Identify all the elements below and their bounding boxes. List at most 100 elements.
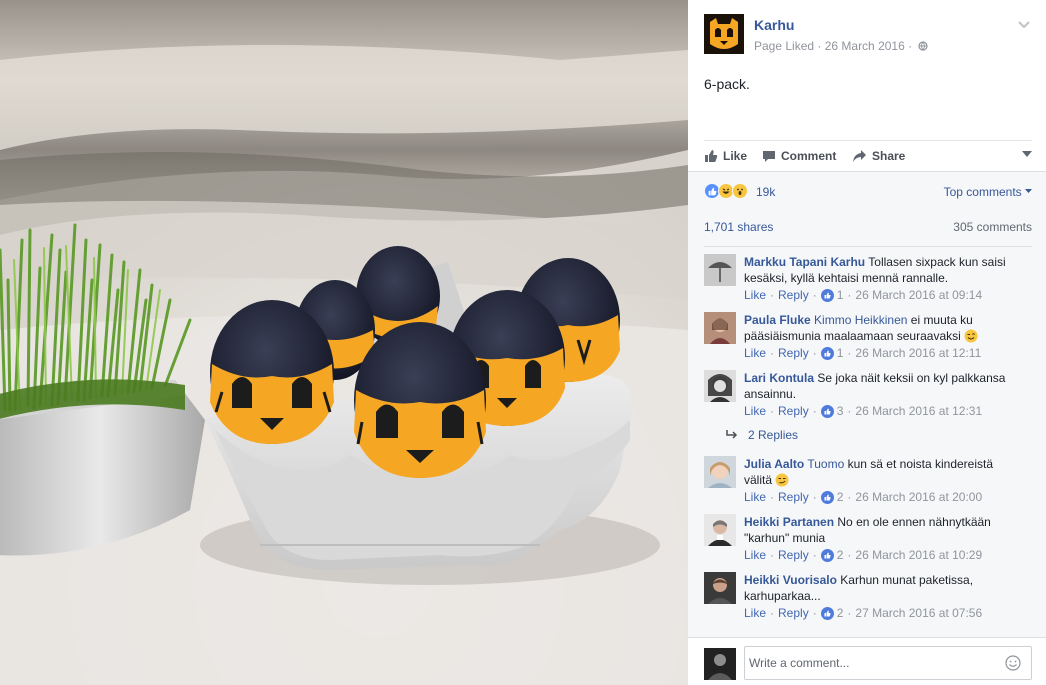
comment-footer: Like · Reply · 2 · 26 March 2016 at 10:2…: [744, 548, 982, 562]
avatar[interactable]: [704, 370, 736, 402]
comment-author-link[interactable]: Julia Aalto: [744, 457, 804, 471]
separator: ·: [812, 404, 817, 418]
comment-like-count[interactable]: 1: [837, 346, 844, 360]
shares-count-link[interactable]: 1,701 shares: [704, 220, 773, 234]
separator: ·: [847, 288, 852, 302]
comment-author-link[interactable]: Markku Tapani Karhu: [744, 255, 865, 269]
avatar[interactable]: [704, 648, 736, 680]
comment-button[interactable]: Comment: [762, 146, 836, 166]
separator: ·: [770, 404, 775, 418]
divider: [704, 246, 1032, 247]
comment-like-count[interactable]: 1: [837, 288, 844, 302]
avatar[interactable]: [704, 254, 736, 286]
post-details-panel: Karhu Page Liked · 26 March 2016 · 6-pac…: [688, 0, 1046, 685]
avatar[interactable]: [704, 514, 736, 546]
comment-like-link[interactable]: Like: [744, 404, 766, 418]
comment-like-count[interactable]: 2: [837, 606, 844, 620]
comment-reply-link[interactable]: Reply: [778, 346, 809, 360]
comments-count-link[interactable]: 305 comments: [953, 220, 1032, 234]
wink-emoji-icon: [964, 329, 978, 343]
comment-like-link[interactable]: Like: [744, 346, 766, 360]
reaction-count[interactable]: 19k: [756, 185, 775, 199]
stats-row: 1,701 shares 305 comments: [704, 220, 1032, 236]
comment-like-link[interactable]: Like: [744, 548, 766, 562]
comment-footer: Like · Reply · 2 · 27 March 2016 at 07:5…: [744, 606, 982, 620]
chevron-down-icon[interactable]: [1016, 16, 1032, 32]
comment-input[interactable]: [745, 647, 999, 679]
comment-author-link[interactable]: Lari Kontula: [744, 371, 814, 385]
smirk-emoji-icon: [775, 473, 789, 487]
separator: ·: [770, 288, 775, 302]
comment-reply-link[interactable]: Reply: [778, 606, 809, 620]
separator: ·: [847, 490, 852, 504]
comment-like-count[interactable]: 2: [837, 548, 844, 562]
more-options-caret-icon[interactable]: [1022, 151, 1032, 157]
caret-down-icon: [1025, 189, 1032, 193]
separator: ·: [847, 548, 852, 562]
comment-timestamp[interactable]: 26 March 2016 at 09:14: [855, 288, 982, 302]
post-meta: Page Liked · 26 March 2016 ·: [754, 39, 929, 53]
separator: ·: [770, 548, 775, 562]
comment-timestamp[interactable]: 26 March 2016 at 20:00: [855, 490, 982, 504]
like-button[interactable]: Like: [704, 146, 747, 166]
page-name-link[interactable]: Karhu: [754, 17, 794, 33]
easter-eggs-photo: [0, 0, 688, 685]
wow-reaction-icon: [732, 183, 748, 199]
comment-composer: [688, 637, 1046, 685]
top-comments-dropdown[interactable]: Top comments: [944, 185, 1032, 199]
comment-like-link[interactable]: Like: [744, 288, 766, 302]
thumbs-up-icon: [705, 150, 718, 162]
comment-like-count[interactable]: 2: [837, 490, 844, 504]
comment-body: Heikki Vuorisalo Karhun munat paketissa,…: [744, 572, 1024, 604]
page-avatar[interactable]: [704, 14, 744, 54]
comment-footer: Like · Reply · 2 · 26 March 2016 at 20:0…: [744, 490, 982, 504]
comment-footer: Like · Reply · 3 · 26 March 2016 at 12:3…: [744, 404, 982, 418]
comment-like-count[interactable]: 3: [837, 404, 844, 418]
comment-reply-link[interactable]: Reply: [778, 490, 809, 504]
tagged-user-link[interactable]: Tuomo: [807, 457, 844, 471]
comment-like-link[interactable]: Like: [744, 606, 766, 620]
comment-footer: Like · Reply · 1 · 26 March 2016 at 12:1…: [744, 346, 981, 360]
emoji-picker-icon[interactable]: [1005, 655, 1021, 671]
comment-reply-link[interactable]: Reply: [778, 404, 809, 418]
comment-like-link[interactable]: Like: [744, 490, 766, 504]
view-replies-link[interactable]: 2 Replies: [726, 428, 798, 442]
comment-body: Heikki Partanen No en ole ennen nähnytkä…: [744, 514, 1024, 546]
comment-reply-link[interactable]: Reply: [778, 548, 809, 562]
avatar[interactable]: [704, 456, 736, 488]
like-badge-icon: [820, 490, 834, 504]
comment-reply-link[interactable]: Reply: [778, 288, 809, 302]
comment-timestamp[interactable]: 26 March 2016 at 12:31: [855, 404, 982, 418]
like-badge-icon: [820, 346, 834, 360]
tagged-user-link[interactable]: Kimmo Heikkinen: [814, 313, 907, 327]
separator: ·: [812, 606, 817, 620]
post-header: Karhu Page Liked · 26 March 2016 ·: [704, 14, 1034, 54]
bear-logo-icon: [704, 14, 744, 54]
comment-timestamp[interactable]: 27 March 2016 at 07:56: [855, 606, 982, 620]
comment-author-link[interactable]: Heikki Vuorisalo: [744, 573, 837, 587]
comment-body: Julia Aalto Tuomo kun sä et noista kinde…: [744, 456, 1024, 488]
post-photo[interactable]: [0, 0, 688, 685]
comment-input-box: [744, 646, 1032, 680]
comments-section: 19k Top comments 1,701 shares 305 commen…: [688, 171, 1046, 637]
avatar[interactable]: [704, 572, 736, 604]
comment-author-link[interactable]: Paula Fluke: [744, 313, 811, 327]
like-button-label: Like: [723, 149, 748, 163]
avatar[interactable]: [704, 312, 736, 344]
post-actions: Like Comment Share: [704, 146, 1032, 166]
comment-timestamp[interactable]: 26 March 2016 at 10:29: [855, 548, 982, 562]
separator: ·: [812, 288, 817, 302]
post-text: 6-pack.: [704, 76, 750, 92]
comment-author-link[interactable]: Heikki Partanen: [744, 515, 834, 529]
share-icon: [853, 150, 866, 162]
divider: [704, 140, 1032, 141]
share-button[interactable]: Share: [852, 146, 905, 166]
post-timestamp: Page Liked · 26 March 2016 ·: [754, 39, 913, 53]
comment-body: Markku Tapani Karhu Tollasen sixpack kun…: [744, 254, 1024, 286]
comment-icon: [763, 151, 775, 162]
like-badge-icon: [820, 288, 834, 302]
comment-body: Lari Kontula Se joka näit keksii on kyl …: [744, 370, 1024, 402]
comment-timestamp[interactable]: 26 March 2016 at 12:11: [855, 346, 981, 360]
top-comments-label: Top comments: [943, 185, 1022, 199]
reaction-icons[interactable]: [704, 183, 748, 199]
